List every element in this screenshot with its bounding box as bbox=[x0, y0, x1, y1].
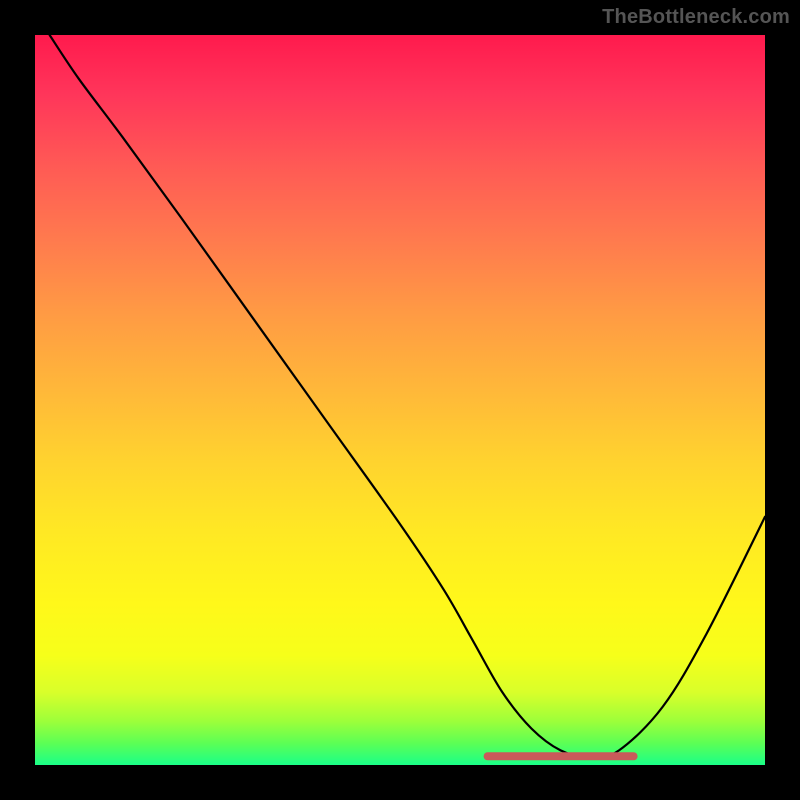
bottleneck-curve bbox=[50, 35, 765, 758]
plot-area bbox=[35, 35, 765, 765]
watermark-text: TheBottleneck.com bbox=[602, 6, 790, 29]
chart-svg bbox=[35, 35, 765, 765]
chart-frame: TheBottleneck.com bbox=[0, 0, 800, 800]
